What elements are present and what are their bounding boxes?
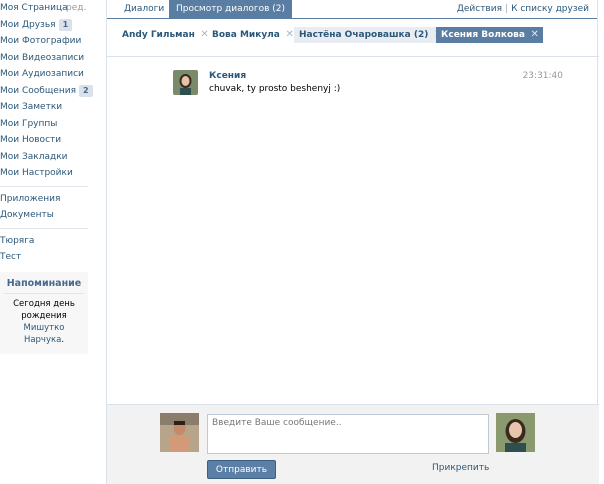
- sidebar-item-friends[interactable]: Мои Друзья 1: [0, 17, 88, 34]
- left-sidebar: Моя Страница ред. Мои Друзья 1 Мои Фотогр…: [0, 0, 93, 354]
- close-icon[interactable]: ✕: [531, 27, 539, 43]
- messages-count-badge: 2: [79, 84, 93, 97]
- reminder-title: Напоминание: [4, 278, 84, 294]
- sidebar-item-label: Мои Закладки: [0, 151, 68, 162]
- sidebar-item-label: Мои Заметки: [0, 102, 63, 112]
- tabs-bar: Диалоги Просмотр диалогов (2) Действия | К…: [107, 0, 597, 19]
- sidebar-item-groups[interactable]: Мои Группы: [0, 116, 88, 133]
- sidebar-divider: [0, 227, 88, 229]
- sidebar-item-my-page[interactable]: Моя Страница ред.: [0, 0, 88, 17]
- dialogs-panel: Диалоги Просмотр диалогов (2) Действия | К…: [106, 0, 599, 484]
- sidebar-item-apps[interactable]: Приложения: [0, 191, 88, 208]
- attach-link[interactable]: Прикрепить: [432, 463, 489, 473]
- edit-link[interactable]: ред.: [66, 0, 86, 17]
- dialog-chip[interactable]: Andy Гильман ✕: [117, 27, 213, 43]
- sidebar-item-bookmarks[interactable]: Мои Закладки: [0, 149, 88, 166]
- avatar[interactable]: [496, 413, 535, 452]
- send-button[interactable]: Отправить: [207, 460, 276, 479]
- sidebar-item-messages[interactable]: Мои Сообщения 2: [0, 83, 93, 100]
- dialog-chips: Andy Гильман ✕ Вова Микула ✕ Настёна Очаро…: [107, 27, 599, 47]
- message-history[interactable]: Ксения chuvak, ty prosto beshenyj :) 23:…: [107, 56, 599, 404]
- sidebar-item-label: Тест: [0, 252, 22, 262]
- chip-label: Настёна Очаровашка (2): [299, 30, 429, 40]
- actions-link[interactable]: Действия: [457, 4, 502, 14]
- link-separator: |: [505, 4, 509, 14]
- message-sender[interactable]: Ксения: [209, 71, 246, 81]
- message-item: Ксения chuvak, ty prosto beshenyj :) 23:…: [173, 70, 573, 100]
- message-input[interactable]: Введите Ваше сообщение..: [207, 414, 489, 454]
- sidebar-item-documents[interactable]: Документы: [0, 207, 88, 224]
- sidebar-item-label: Мои Фотографии: [0, 36, 82, 46]
- tab-dialogs[interactable]: Диалоги: [117, 0, 171, 19]
- sidebar-item-app-turyaga[interactable]: Тюряга: [0, 233, 88, 250]
- avatar[interactable]: [173, 70, 198, 95]
- message-text: chuvak, ty prosto beshenyj :): [209, 84, 341, 94]
- reminder-text: Сегодня день рождения Мишутко Нарчука.: [4, 298, 84, 346]
- sidebar-item-label: Тюряга: [0, 235, 35, 246]
- sidebar-item-label: Моя Страница: [0, 3, 68, 13]
- friends-count-badge: 1: [58, 18, 73, 31]
- message-input-placeholder: Введите Ваше сообщение..: [212, 418, 342, 428]
- chip-label: Andy Гильман: [122, 30, 195, 40]
- sidebar-item-photos[interactable]: Мои Фотографии: [0, 33, 88, 50]
- sidebar-item-label: Мои Видеозаписи: [0, 52, 85, 63]
- reminder-box: Напоминание Сегодня день рождения Мишутк…: [0, 271, 88, 354]
- sidebar-item-label: Мои Новости: [0, 135, 62, 145]
- reminder-friend-link[interactable]: Мишутко Нарчука: [24, 323, 65, 345]
- sidebar-item-label: Мои Друзья: [0, 19, 56, 30]
- dialog-chip[interactable]: Вова Микула ✕: [207, 27, 298, 43]
- sidebar-item-label: Мои Настройки: [0, 168, 73, 178]
- sidebar-item-label: Документы: [0, 210, 54, 220]
- dialog-chip[interactable]: Настёна Очаровашка (2)✕: [294, 27, 447, 43]
- back-to-friends-link[interactable]: К списку друзей: [511, 4, 589, 14]
- sidebar-item-label: Мои Сообщения: [0, 85, 76, 96]
- sidebar-item-label: Мои Группы: [0, 118, 58, 129]
- sidebar-item-label: Приложения: [0, 193, 61, 204]
- message-composer: Введите Ваше сообщение.. Отправить Прикр…: [107, 404, 599, 484]
- dialog-chip-active[interactable]: Ксения Волкова ✕: [436, 27, 543, 43]
- sidebar-item-label: Мои Аудиозаписи: [0, 69, 84, 79]
- message-time: 23:31:40: [522, 71, 563, 81]
- sidebar-item-settings[interactable]: Мои Настройки: [0, 165, 88, 182]
- reminder-prefix: Сегодня: [13, 298, 54, 309]
- avatar[interactable]: [160, 413, 199, 452]
- sidebar-item-videos[interactable]: Мои Видеозаписи: [0, 50, 88, 67]
- reminder-suffix: .: [61, 334, 65, 345]
- chip-label: Ксения Волкова: [441, 30, 525, 40]
- sidebar-item-notes[interactable]: Мои Заметки: [0, 99, 88, 116]
- tab-view-dialogs[interactable]: Просмотр диалогов (2): [169, 0, 293, 19]
- sidebar-divider: [0, 185, 88, 187]
- top-actions: Действия | К списку друзей: [457, 0, 589, 19]
- chip-label: Вова Микула: [212, 30, 280, 40]
- sidebar-item-app-test[interactable]: Тест: [0, 249, 88, 266]
- sidebar-item-audio[interactable]: Мои Аудиозаписи: [0, 66, 88, 83]
- sidebar-item-news[interactable]: Мои Новости: [0, 132, 88, 149]
- close-icon[interactable]: ✕: [285, 27, 293, 43]
